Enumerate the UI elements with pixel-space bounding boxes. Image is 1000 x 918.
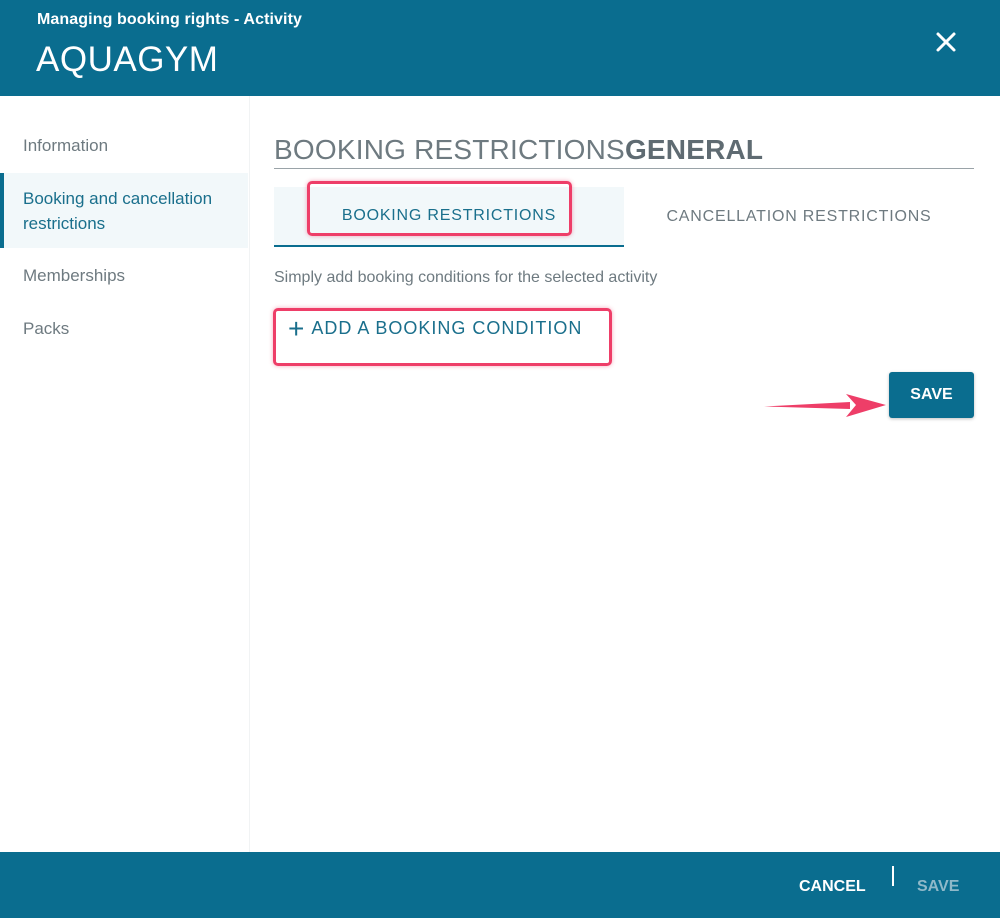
section-title: BOOKING RESTRICTIONSGENERAL xyxy=(274,134,974,169)
plus-icon: + xyxy=(288,312,306,344)
add-booking-condition-button[interactable]: + ADD A BOOKING CONDITION xyxy=(288,312,583,344)
sidebar-item-booking-cancellation[interactable]: Booking and cancellation restrictions xyxy=(0,173,248,248)
section-title-light: BOOKING RESTRICTIONS xyxy=(274,134,625,165)
sidebar-item-packs[interactable]: Packs xyxy=(0,316,248,341)
activity-title: AQUAGYM xyxy=(36,40,219,79)
sidebar-item-information[interactable]: Information xyxy=(0,133,248,158)
arrow-icon xyxy=(764,394,886,417)
sidebar: Information Booking and cancellation res… xyxy=(0,96,250,852)
tab-cancellation-restrictions[interactable]: CANCELLATION RESTRICTIONS xyxy=(624,187,974,247)
save-button[interactable]: SAVE xyxy=(889,372,974,418)
modal-subtitle: Managing booking rights - Activity xyxy=(37,11,303,28)
hint-text: Simply add booking conditions for the se… xyxy=(274,269,658,286)
main-content: BOOKING RESTRICTIONSGENERAL BOOKING REST… xyxy=(251,96,1000,852)
add-booking-condition-label: ADD A BOOKING CONDITION xyxy=(311,318,583,338)
tab-booking-restrictions[interactable]: BOOKING RESTRICTIONS xyxy=(274,187,624,247)
footer-divider xyxy=(892,866,894,886)
modal-footer: CANCEL SAVE xyxy=(0,852,1000,918)
section-title-bold: GENERAL xyxy=(624,134,764,165)
sidebar-item-memberships[interactable]: Memberships xyxy=(0,263,248,288)
modal-header: Managing booking rights - Activity AQUAG… xyxy=(0,0,1000,96)
cancel-button[interactable]: CANCEL xyxy=(799,878,866,896)
close-icon[interactable] xyxy=(932,28,960,56)
footer-save-button[interactable]: SAVE xyxy=(917,878,959,896)
